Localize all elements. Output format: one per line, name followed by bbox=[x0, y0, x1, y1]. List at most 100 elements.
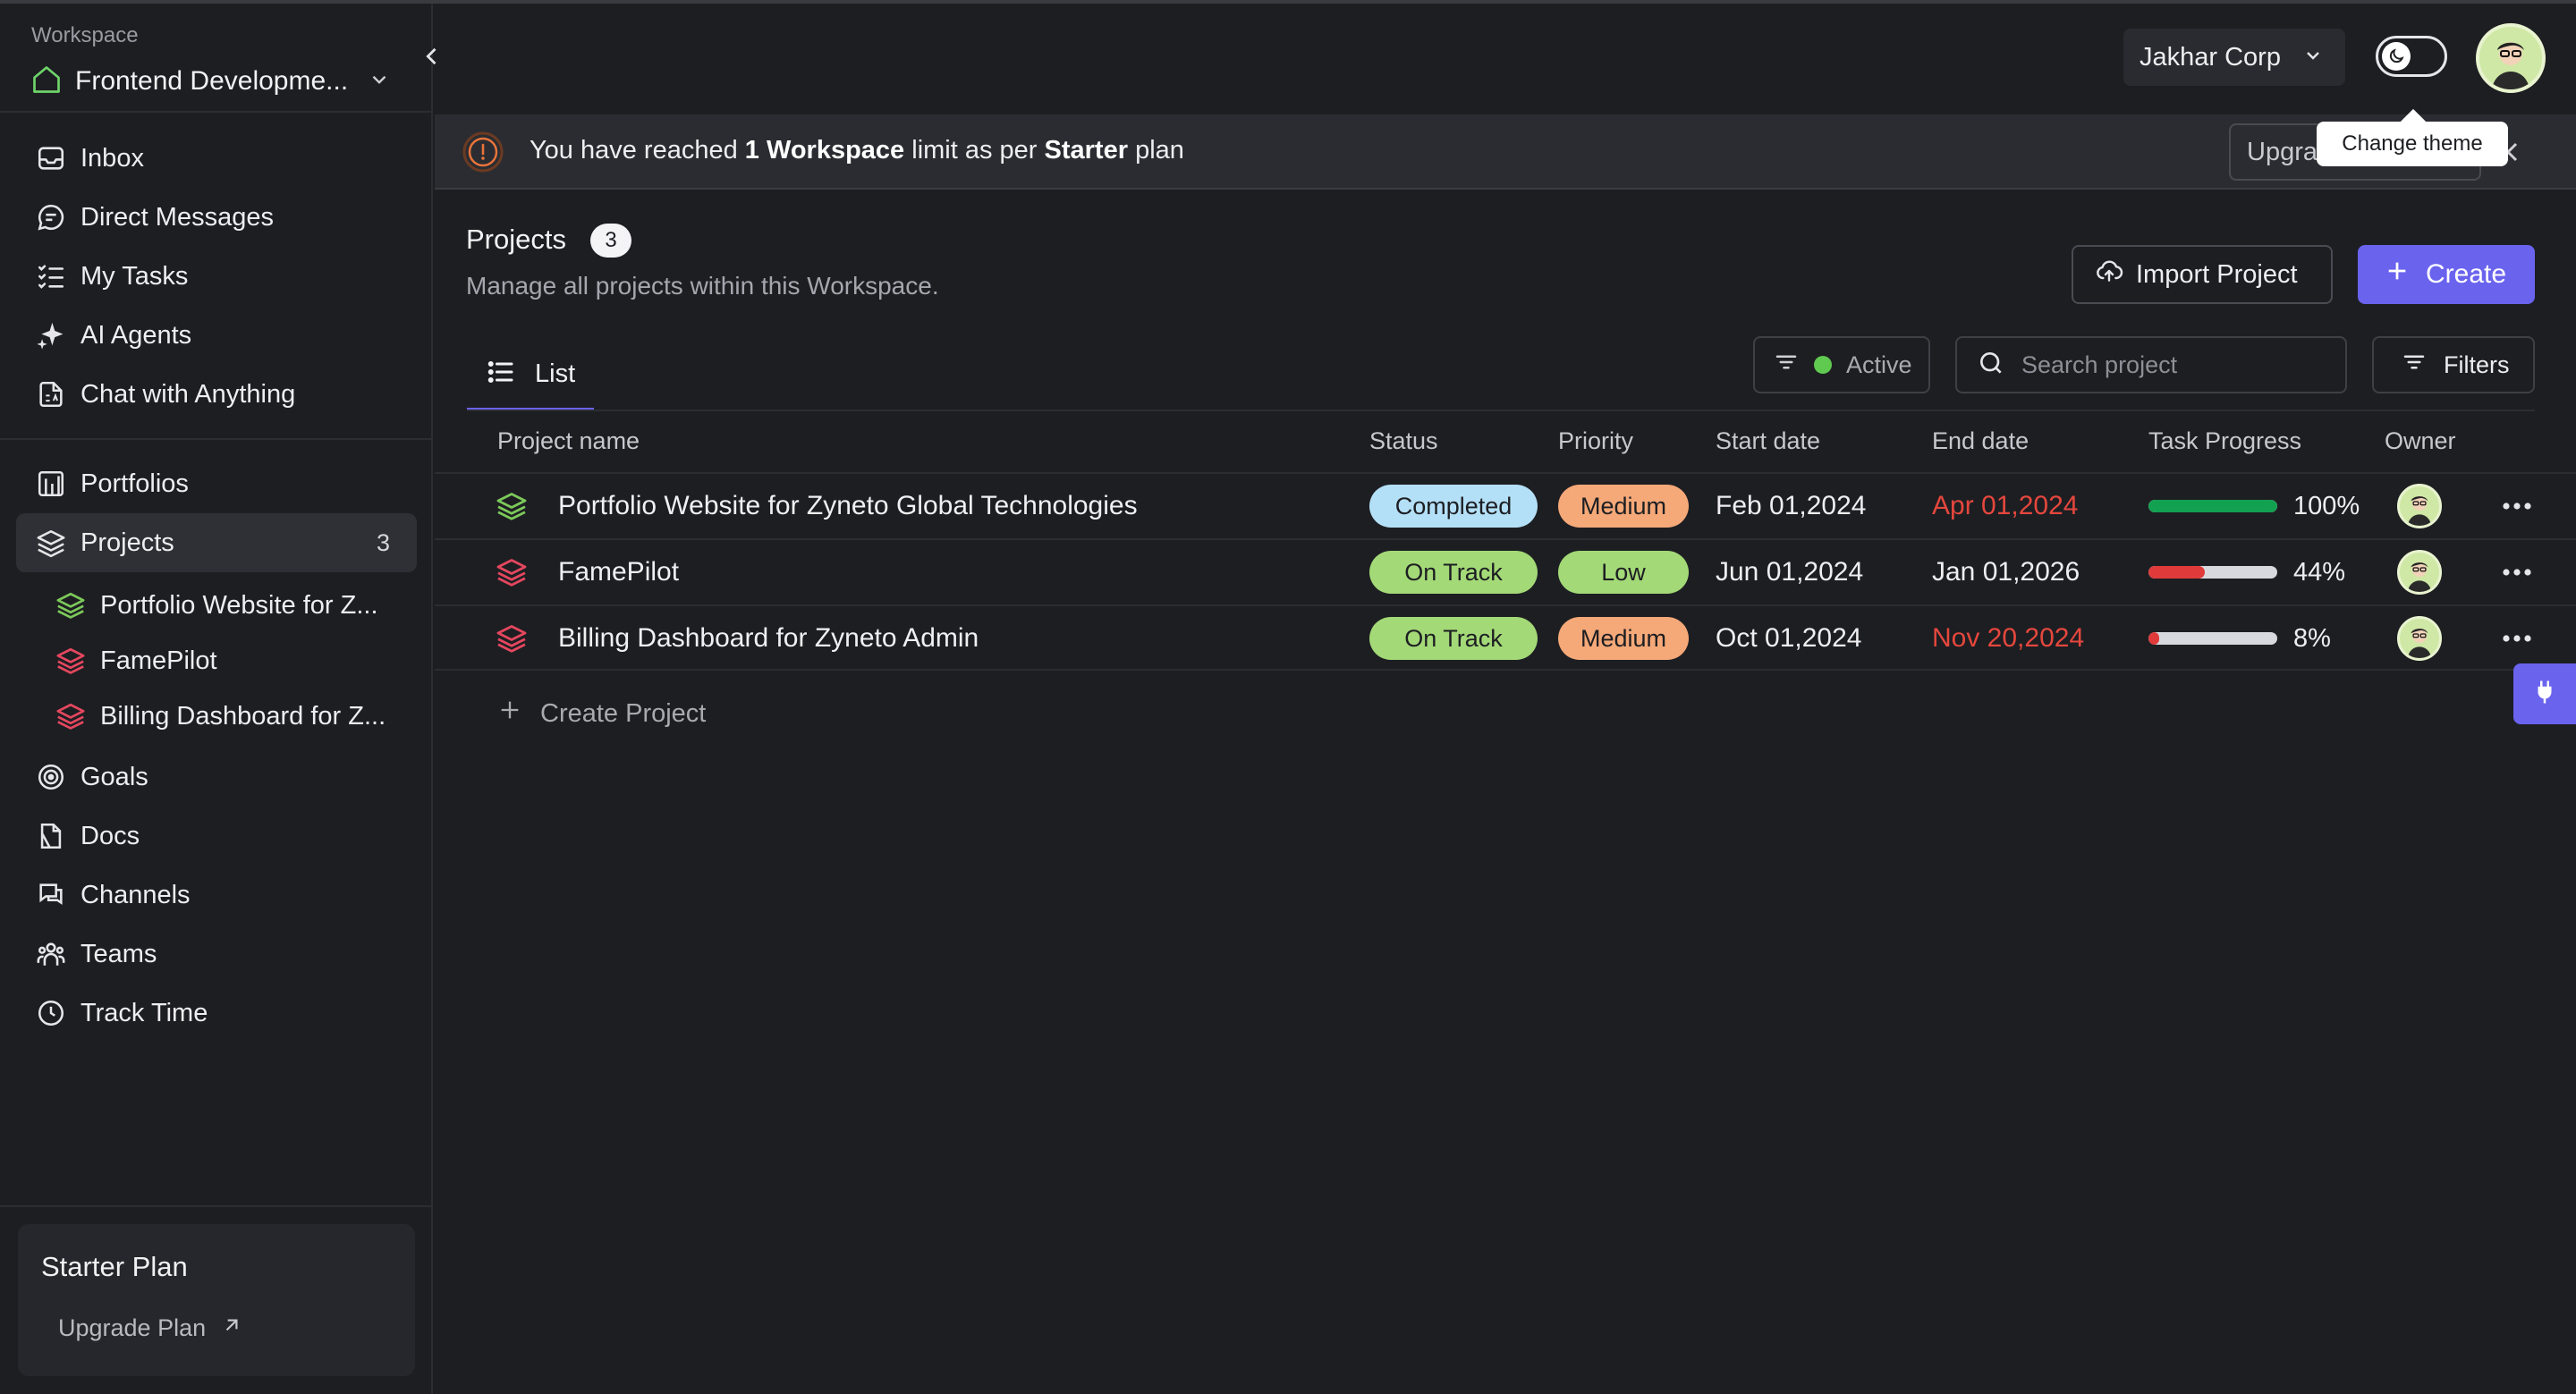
status-badge[interactable]: Completed bbox=[1369, 485, 1538, 528]
column-owner[interactable]: Owner bbox=[2385, 427, 2456, 455]
end-date[interactable]: Apr 01,2024 bbox=[1932, 474, 2078, 538]
sidebar-item-track-time[interactable]: Track Time bbox=[16, 984, 417, 1043]
owner-avatar[interactable] bbox=[2397, 550, 2442, 595]
page-subtitle: Manage all projects within this Workspac… bbox=[466, 272, 939, 300]
sidebar-item-teams[interactable]: Teams bbox=[16, 925, 417, 984]
end-date[interactable]: Nov 20,2024 bbox=[1932, 606, 2084, 671]
search-input[interactable] bbox=[2021, 351, 2343, 379]
status-badge[interactable]: On Track bbox=[1369, 551, 1538, 594]
progress-bar bbox=[2148, 632, 2277, 645]
priority-badge[interactable]: Low bbox=[1558, 551, 1689, 594]
start-date[interactable]: Feb 01,2024 bbox=[1716, 474, 1866, 538]
project-layers-icon bbox=[55, 646, 86, 676]
progress-bar bbox=[2148, 500, 2277, 512]
status-cell: On Track bbox=[1369, 540, 1538, 604]
tab-list-view[interactable]: List bbox=[467, 340, 594, 411]
create-button[interactable]: Create bbox=[2358, 245, 2535, 304]
table-row[interactable]: Portfolio Website for Zyneto Global Tech… bbox=[435, 472, 2576, 538]
sidebar-item-label: Teams bbox=[80, 939, 157, 968]
more-options-icon[interactable] bbox=[2499, 554, 2535, 590]
integrations-handle[interactable] bbox=[2513, 663, 2576, 724]
owner-avatar[interactable] bbox=[2397, 484, 2442, 528]
more-options-icon[interactable] bbox=[2499, 488, 2535, 524]
create-label: Create bbox=[2426, 259, 2507, 289]
start-date[interactable]: Oct 01,2024 bbox=[1716, 606, 1861, 671]
owner-avatar[interactable] bbox=[2397, 616, 2442, 661]
project-layers-icon bbox=[496, 556, 528, 588]
sidebar-item-channels[interactable]: Channels bbox=[16, 866, 417, 925]
create-project-button[interactable]: Create Project bbox=[497, 697, 706, 730]
more-options-icon[interactable] bbox=[2499, 621, 2535, 656]
project-layers-icon bbox=[55, 590, 86, 621]
filters-button[interactable]: Filters bbox=[2372, 336, 2535, 393]
column-end-date[interactable]: End date bbox=[1932, 427, 2029, 455]
status-cell: On Track bbox=[1369, 606, 1538, 671]
sidebar-item-chat-with-anything[interactable]: Chat with Anything bbox=[16, 365, 417, 424]
row-actions bbox=[2499, 606, 2535, 671]
project-name[interactable]: Billing Dashboard for Zyneto Admin bbox=[558, 606, 979, 671]
theme-toggle[interactable] bbox=[2376, 36, 2447, 77]
user-avatar[interactable] bbox=[2476, 23, 2546, 93]
sidebar-project-label: Billing Dashboard for Z... bbox=[100, 701, 386, 731]
sidebar-item-label: Inbox bbox=[80, 143, 144, 173]
priority-cell: Medium bbox=[1558, 474, 1689, 538]
sidebar-item-goals[interactable]: Goals bbox=[16, 748, 417, 807]
column-project-name[interactable]: Project name bbox=[497, 427, 640, 455]
create-project-label: Create Project bbox=[540, 698, 707, 728]
sidebar-item-projects[interactable]: Projects 3 bbox=[16, 513, 417, 572]
import-project-label: Import Project bbox=[2136, 259, 2298, 289]
priority-cell: Medium bbox=[1558, 606, 1689, 671]
import-project-button[interactable]: Import Project bbox=[2072, 245, 2333, 304]
sidebar-item-direct-messages[interactable]: Direct Messages bbox=[16, 188, 417, 247]
priority-badge[interactable]: Medium bbox=[1558, 617, 1689, 660]
workspace-caption: Workspace bbox=[31, 23, 139, 47]
tertiary-nav: Goals Docs Channels Teams Track Time bbox=[16, 748, 417, 1043]
upgrade-plan-link[interactable]: Upgrade Plan bbox=[58, 1314, 243, 1343]
status-badge[interactable]: On Track bbox=[1369, 617, 1538, 660]
sidebar-item-label: AI Agents bbox=[80, 320, 192, 350]
teams-icon bbox=[36, 939, 66, 969]
workspace-header: Workspace Frontend Developme... bbox=[0, 4, 431, 113]
sidebar-item-my-tasks[interactable]: My Tasks bbox=[16, 247, 417, 306]
tabs-divider bbox=[467, 410, 2535, 411]
column-start-date[interactable]: Start date bbox=[1716, 427, 1820, 455]
sidebar-project-item[interactable]: FamePilot bbox=[16, 633, 417, 689]
start-date[interactable]: Jun 01,2024 bbox=[1716, 540, 1863, 604]
organization-switcher[interactable]: Jakhar Corp bbox=[2123, 29, 2345, 86]
sidebar-item-label: My Tasks bbox=[80, 261, 189, 291]
status-filter-button[interactable]: Active bbox=[1753, 336, 1930, 393]
chevron-left-icon bbox=[419, 44, 445, 73]
project-layers-icon bbox=[496, 622, 528, 655]
project-icon-cell bbox=[496, 606, 528, 671]
banner-message: You have reached 1 Workspace limit as pe… bbox=[530, 136, 1184, 165]
clock-icon bbox=[36, 998, 66, 1028]
plan-limit-banner: You have reached 1 Workspace limit as pe… bbox=[435, 114, 2576, 190]
sidebar-item-docs[interactable]: Docs bbox=[16, 807, 417, 866]
workspace-switcher[interactable]: Frontend Developme... bbox=[30, 61, 391, 102]
document-ai-icon bbox=[36, 379, 66, 410]
checklist-icon bbox=[36, 261, 66, 291]
table-row[interactable]: Billing Dashboard for Zyneto Admin On Tra… bbox=[435, 604, 2576, 671]
project-layers-icon bbox=[55, 701, 86, 731]
project-name[interactable]: FamePilot bbox=[558, 540, 679, 604]
sidebar-item-label: Track Time bbox=[80, 998, 208, 1027]
project-name[interactable]: Portfolio Website for Zyneto Global Tech… bbox=[558, 474, 1138, 538]
progress-percent: 8% bbox=[2293, 623, 2331, 653]
sidebar-item-portfolios[interactable]: Portfolios bbox=[16, 454, 417, 513]
priority-badge[interactable]: Medium bbox=[1558, 485, 1689, 528]
sidebar-item-label: Portfolios bbox=[80, 469, 189, 498]
sidebar-bottom-divider bbox=[0, 1205, 431, 1207]
arrow-up-right-icon bbox=[220, 1314, 243, 1343]
sidebar-item-ai-agents[interactable]: AI Agents bbox=[16, 306, 417, 365]
sidebar-item-inbox[interactable]: Inbox bbox=[16, 129, 417, 188]
column-task-progress[interactable]: Task Progress bbox=[2148, 427, 2301, 455]
column-priority[interactable]: Priority bbox=[1558, 427, 1633, 455]
column-status[interactable]: Status bbox=[1369, 427, 1438, 455]
sidebar-project-item[interactable]: Portfolio Website for Z... bbox=[16, 578, 417, 633]
progress-percent: 44% bbox=[2293, 557, 2346, 587]
sidebar-project-item[interactable]: Billing Dashboard for Z... bbox=[16, 689, 417, 744]
channels-icon bbox=[36, 880, 66, 910]
end-date[interactable]: Jan 01,2026 bbox=[1932, 540, 2080, 604]
collapse-sidebar-button[interactable] bbox=[417, 43, 447, 73]
table-row[interactable]: FamePilot On Track Low Jun 01,2024 Jan 01,20… bbox=[435, 538, 2576, 604]
